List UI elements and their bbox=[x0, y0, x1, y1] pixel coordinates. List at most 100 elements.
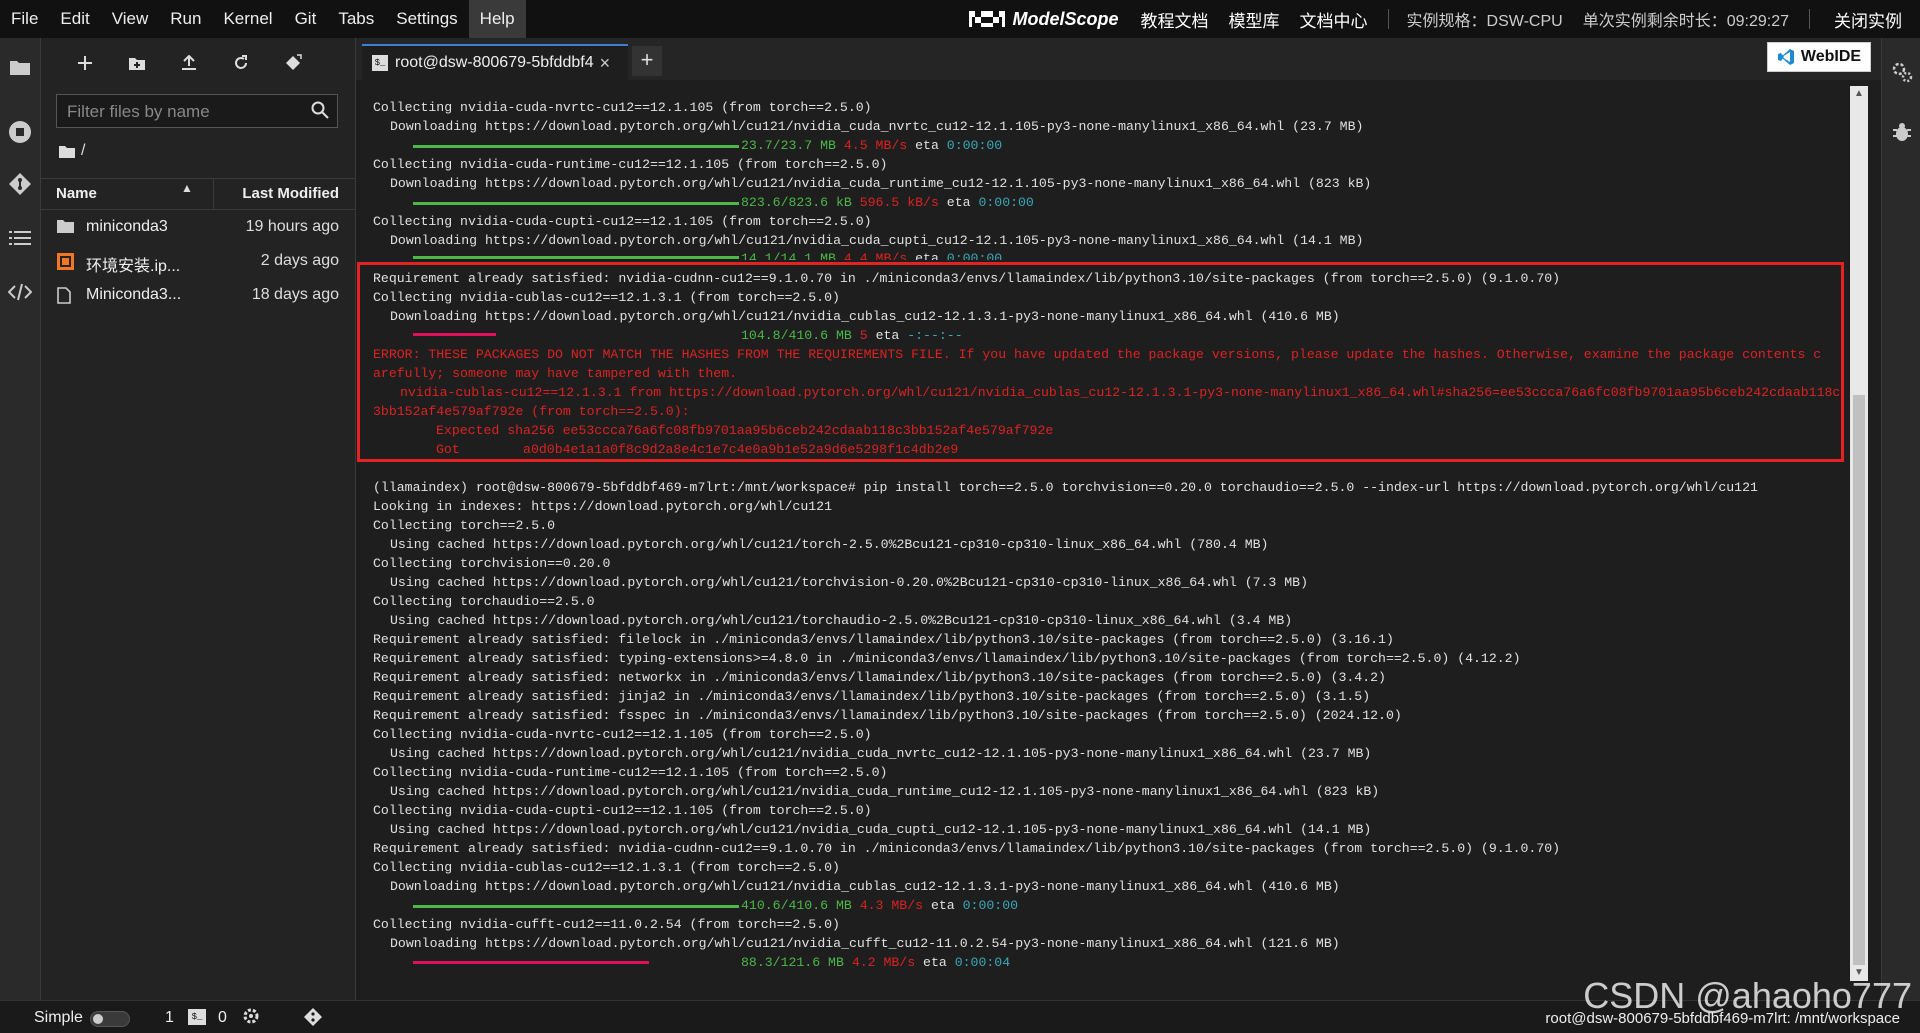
git-clone-button[interactable] bbox=[267, 43, 319, 83]
git-icon[interactable] bbox=[303, 1007, 323, 1027]
scroll-up-icon[interactable]: ▲ bbox=[1850, 86, 1868, 102]
modelscope-logo-icon bbox=[968, 11, 1005, 27]
modelscope-logo-text: ModelScope bbox=[1012, 8, 1119, 29]
terminal-progress-line: 410.6/410.6 MB 4.3 MB/s eta 0:00:00 bbox=[741, 896, 1018, 915]
folder-icon bbox=[10, 61, 30, 75]
close-instance-button[interactable]: 关闭实例 bbox=[1834, 7, 1902, 32]
terminal-line: Requirement already satisfied: filelock … bbox=[373, 632, 1394, 647]
upload-button[interactable] bbox=[163, 43, 215, 83]
kernel-status-icon[interactable] bbox=[242, 1007, 260, 1025]
terminal-line: Requirement already satisfied: fsspec in… bbox=[373, 708, 1402, 723]
column-name[interactable]: Name bbox=[56, 185, 97, 202]
terminal-output[interactable]: Collecting nvidia-cuda-nvrtc-cu12==12.1.… bbox=[356, 80, 1846, 1000]
terminal-line: Collecting torch==2.5.0 bbox=[373, 518, 556, 533]
terminal-line: Using cached https://download.pytorch.or… bbox=[390, 822, 1372, 837]
progress-eta-label: eta bbox=[915, 138, 939, 153]
progress-eta-label: eta bbox=[923, 955, 947, 970]
progress-bar-cufft bbox=[413, 961, 649, 964]
file-name: miniconda3 bbox=[86, 218, 168, 235]
terminal-line: Requirement already satisfied: nvidia-cu… bbox=[373, 841, 1561, 856]
link-docs-center[interactable]: 文档中心 bbox=[1300, 7, 1368, 32]
file-browser-toolbar bbox=[41, 38, 355, 88]
filter-files-field[interactable] bbox=[56, 94, 338, 129]
webide-button[interactable]: WebIDE bbox=[1767, 42, 1871, 72]
menu-run[interactable]: Run bbox=[159, 0, 212, 38]
terminal-line: Downloading https://download.pytorch.org… bbox=[390, 176, 1372, 191]
progress-bar bbox=[413, 256, 739, 259]
file-row[interactable]: miniconda3 19 hours ago bbox=[41, 210, 355, 244]
refresh-icon bbox=[235, 55, 247, 69]
sort-ascending-icon[interactable]: ▲ bbox=[181, 181, 193, 195]
breadcrumb[interactable]: / bbox=[59, 142, 85, 160]
menu-file[interactable]: File bbox=[0, 0, 49, 38]
kernel-count[interactable]: 1 bbox=[165, 1009, 174, 1027]
new-folder-button[interactable] bbox=[111, 43, 163, 83]
progress-speed: 4.2 MB/s bbox=[851, 955, 916, 970]
new-launcher-button[interactable] bbox=[59, 43, 111, 83]
progress-eta: 0:00:00 bbox=[962, 898, 1019, 913]
terminal-line: Collecting nvidia-cuda-nvrtc-cu12==12.1.… bbox=[373, 727, 872, 742]
menu-help[interactable]: Help bbox=[468, 0, 526, 38]
column-divider[interactable] bbox=[213, 179, 214, 209]
stop-circle-icon bbox=[9, 121, 31, 143]
link-model-library[interactable]: 模型库 bbox=[1229, 7, 1280, 32]
terminal-progress-line: 14.1/14.1 MB 4.4 MB/s eta 0:00:00 bbox=[741, 249, 1002, 260]
terminal-line: Downloading https://download.pytorch.org… bbox=[390, 119, 1364, 134]
toggle-knob bbox=[93, 1014, 103, 1024]
progress-eta: 0:00:00 bbox=[946, 251, 1003, 260]
debugger-tab[interactable] bbox=[1882, 112, 1920, 152]
progress-speed: 4.5 MB/s bbox=[843, 138, 908, 153]
menu-settings[interactable]: Settings bbox=[385, 0, 468, 38]
search-icon bbox=[311, 101, 329, 119]
menu-tabs[interactable]: Tabs bbox=[327, 0, 385, 38]
file-browser-tab[interactable] bbox=[0, 47, 40, 87]
terminal-progress-line: 823.6/823.6 kB 596.5 kB/s eta 0:00:00 bbox=[741, 193, 1034, 212]
terminal-line: Downloading https://download.pytorch.org… bbox=[390, 936, 1340, 951]
progress-speed: 4.3 MB/s bbox=[859, 898, 924, 913]
code-icon bbox=[8, 283, 32, 301]
file-row[interactable]: 环境安装.ip... 2 days ago bbox=[41, 244, 355, 278]
git-clone-icon bbox=[286, 54, 302, 70]
watermark: CSDN @ahaoho777 bbox=[1583, 975, 1912, 1016]
simple-mode-toggle[interactable] bbox=[90, 1011, 130, 1027]
file-row[interactable]: Miniconda3... 18 days ago bbox=[41, 278, 355, 312]
running-sessions-tab[interactable] bbox=[0, 112, 40, 152]
table-of-contents-tab[interactable] bbox=[0, 218, 40, 258]
progress-size: 23.7/23.7 MB bbox=[741, 138, 836, 153]
modelscope-logo[interactable]: ModelScope bbox=[968, 8, 1119, 30]
terminal-line: Downloading https://download.pytorch.org… bbox=[390, 233, 1364, 248]
menu-kernel[interactable]: Kernel bbox=[212, 0, 283, 38]
breadcrumb-root[interactable]: / bbox=[81, 142, 85, 160]
file-modified: 2 days ago bbox=[260, 252, 339, 269]
close-icon[interactable]: × bbox=[600, 53, 611, 74]
terminal-line: Collecting nvidia-cuda-cupti-cu12==12.1.… bbox=[373, 803, 872, 818]
column-last-modified[interactable]: Last Modified bbox=[242, 185, 339, 202]
terminal-icon: $_ bbox=[372, 55, 388, 71]
code-tab[interactable] bbox=[0, 272, 40, 312]
terminal-line: Collecting nvidia-cufft-cu12==11.0.2.54 … bbox=[373, 917, 840, 932]
refresh-button[interactable] bbox=[215, 43, 267, 83]
terminal-tab[interactable]: $_ root@dsw-800679-5bfddbf4 × bbox=[362, 44, 628, 80]
terminal-progress-line: 23.7/23.7 MB 4.5 MB/s eta 0:00:00 bbox=[741, 136, 1002, 155]
main-tab-bar: $_ root@dsw-800679-5bfddbf4 × + WebIDE bbox=[356, 38, 1881, 80]
new-tab-button[interactable]: + bbox=[632, 46, 662, 76]
left-activity-bar bbox=[0, 38, 41, 1000]
terminal-scrollbar-thumb[interactable] bbox=[1853, 395, 1865, 965]
terminal-line: Using cached https://download.pytorch.or… bbox=[390, 784, 1380, 799]
progress-speed: 4.4 MB/s bbox=[843, 251, 908, 260]
terminal-line: Collecting nvidia-cuda-runtime-cu12==12.… bbox=[373, 765, 888, 780]
filter-files-input[interactable] bbox=[57, 95, 309, 129]
right-activity-bar bbox=[1881, 38, 1920, 1000]
menu-view[interactable]: View bbox=[101, 0, 160, 38]
terminal-icon[interactable]: $_ bbox=[188, 1009, 206, 1025]
link-tutorials[interactable]: 教程文档 bbox=[1141, 7, 1209, 32]
file-modified: 19 hours ago bbox=[245, 218, 339, 235]
terminal-count[interactable]: 0 bbox=[218, 1009, 227, 1027]
git-tab[interactable] bbox=[0, 164, 40, 204]
terminal-line: Looking in indexes: https://download.pyt… bbox=[373, 499, 832, 514]
menu-edit[interactable]: Edit bbox=[49, 0, 100, 38]
menu-git[interactable]: Git bbox=[284, 0, 328, 38]
file-icon bbox=[57, 287, 71, 304]
property-inspector-tab[interactable] bbox=[1882, 52, 1920, 92]
terminal-line: (llamaindex) root@dsw-800679-5bfddbf469-… bbox=[373, 480, 1758, 495]
